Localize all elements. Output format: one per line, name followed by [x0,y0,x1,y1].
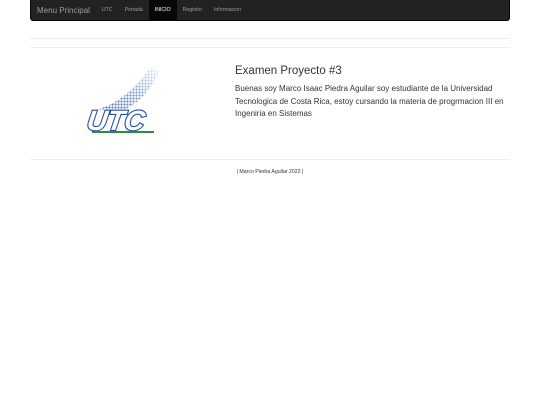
top-navbar: Menu Principal UTC Portada INICIO Regist… [30,0,510,21]
utc-logo: UTC [84,68,160,136]
divider-footer [30,159,510,160]
page-description: Buenas soy Marco Isaac Piedra Aguilar so… [235,84,504,118]
divider-second [30,47,510,48]
nav-item-informacion[interactable]: Informacion [208,0,247,20]
footer-text: | Marco Piedra Aguilar 2022 | [236,169,304,175]
nav-item-portada[interactable]: Portada [119,0,149,20]
main-content: Examen Proyecto #3 Buenas soy Marco Isaa… [235,64,511,121]
page-title: Examen Proyecto #3 [235,65,342,77]
nav-item-registro[interactable]: Registro [177,0,208,20]
divider-top [30,38,510,39]
nav-item-inicio[interactable]: INICIO [148,0,177,20]
logo-dot-swoosh [94,68,160,110]
nav-item-utc[interactable]: UTC [96,0,119,20]
navbar-brand[interactable]: Menu Principal [31,0,96,20]
logo-underline [92,131,154,133]
